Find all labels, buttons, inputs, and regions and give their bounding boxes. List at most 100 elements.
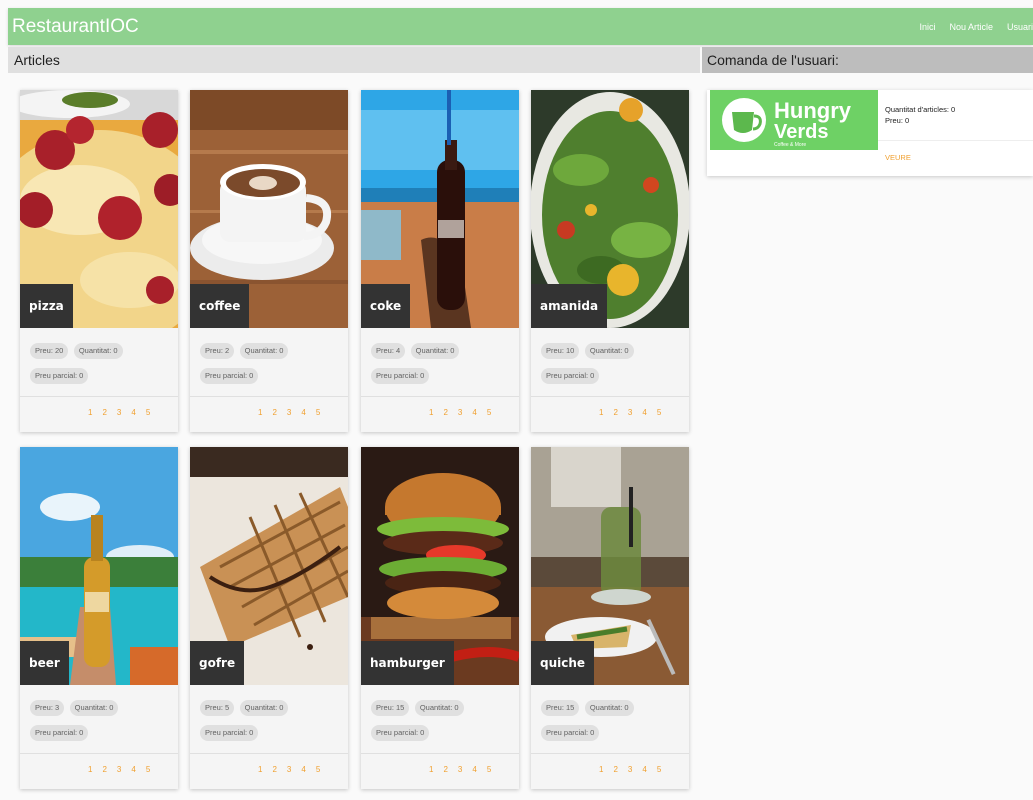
quantity-chip: Quantitat: 0 [239, 700, 289, 716]
qty-option-1[interactable]: 1 [258, 408, 262, 417]
nav-inici[interactable]: Inici [919, 22, 935, 32]
qty-option-1[interactable]: 1 [429, 765, 433, 774]
logo-word-verds: Verds [774, 121, 828, 143]
article-card-amanida[interactable]: amanida Preu: 10 Quantitat: 0 Preu parci… [531, 90, 689, 432]
qty-option-2[interactable]: 2 [613, 408, 617, 417]
app-bar: RestaurantIOC Inici Nou Article Usuari [8, 8, 1033, 45]
qty-option-2[interactable]: 2 [272, 408, 276, 417]
card-divider [190, 396, 348, 397]
qty-option-1[interactable]: 1 [599, 765, 603, 774]
partial-price-chip: Preu parcial: 0 [200, 368, 259, 384]
article-chips: Preu: 20 Quantitat: 0 Preu parcial: 0 [30, 340, 170, 390]
qty-option-1[interactable]: 1 [258, 765, 262, 774]
qty-option-5[interactable]: 5 [487, 765, 491, 774]
qty-option-5[interactable]: 5 [487, 408, 491, 417]
nav-nou-article[interactable]: Nou Article [949, 22, 993, 32]
quantity-selector: 1 2 3 4 5 [429, 765, 491, 774]
qty-option-3[interactable]: 3 [628, 765, 632, 774]
partial-price-chip: Preu parcial: 0 [541, 725, 600, 741]
qty-option-2[interactable]: 2 [102, 765, 106, 774]
article-card-quiche[interactable]: quiche Preu: 15 Quantitat: 0 Preu parcia… [531, 447, 689, 789]
article-card-pizza[interactable]: pizza Preu: 20 Quantitat: 0 Preu parcial… [20, 90, 178, 432]
partial-price-chip: Preu parcial: 0 [541, 368, 600, 384]
qty-option-2[interactable]: 2 [613, 765, 617, 774]
nav-usuari[interactable]: Usuari [1007, 22, 1033, 32]
partial-price-chip: Preu parcial: 0 [30, 725, 89, 741]
article-name: coke [361, 284, 411, 328]
partial-price-chip: Preu parcial: 0 [200, 725, 259, 741]
qty-option-3[interactable]: 3 [628, 408, 632, 417]
article-chips: Preu: 3 Quantitat: 0 Preu parcial: 0 [30, 697, 170, 747]
article-chips: Preu: 15 Quantitat: 0 Preu parcial: 0 [541, 697, 681, 747]
qty-option-3[interactable]: 3 [117, 408, 121, 417]
card-divider [20, 396, 178, 397]
article-name: coffee [190, 284, 250, 328]
logo-tagline: Coffee & More [774, 142, 806, 148]
price-chip: Preu: 15 [371, 700, 410, 716]
qty-option-3[interactable]: 3 [458, 765, 462, 774]
qty-option-3[interactable]: 3 [458, 408, 462, 417]
qty-option-5[interactable]: 5 [146, 765, 150, 774]
price-chip: Preu: 10 [541, 343, 580, 359]
price-chip: Preu: 5 [200, 700, 235, 716]
quantity-selector: 1 2 3 4 5 [258, 408, 320, 417]
left-margin [0, 0, 8, 800]
qty-option-1[interactable]: 1 [599, 408, 603, 417]
quantity-selector: 1 2 3 4 5 [599, 408, 661, 417]
qty-option-1[interactable]: 1 [429, 408, 433, 417]
qty-option-3[interactable]: 3 [287, 408, 291, 417]
qty-option-1[interactable]: 1 [88, 408, 92, 417]
quantity-selector: 1 2 3 4 5 [88, 765, 150, 774]
partial-price-chip: Preu parcial: 0 [371, 725, 430, 741]
qty-option-2[interactable]: 2 [443, 765, 447, 774]
quantity-chip: Quantitat: 0 [239, 343, 289, 359]
hungry-verds-logo: Hungry Verds Coffee & More [710, 90, 878, 150]
qty-option-3[interactable]: 3 [117, 765, 121, 774]
quantity-chip: Quantitat: 0 [584, 343, 634, 359]
qty-option-4[interactable]: 4 [642, 765, 646, 774]
qty-option-4[interactable]: 4 [301, 765, 305, 774]
qty-option-4[interactable]: 4 [472, 408, 476, 417]
partial-price-chip: Preu parcial: 0 [30, 368, 89, 384]
partial-price-chip: Preu parcial: 0 [371, 368, 430, 384]
card-divider [531, 753, 689, 754]
qty-option-5[interactable]: 5 [316, 765, 320, 774]
qty-option-5[interactable]: 5 [316, 408, 320, 417]
qty-option-2[interactable]: 2 [102, 408, 106, 417]
article-card-beer[interactable]: beer Preu: 3 Quantitat: 0 Preu parcial: … [20, 447, 178, 789]
order-items-count: Quantitat d'articles: 0 [885, 105, 956, 114]
qty-option-5[interactable]: 5 [146, 408, 150, 417]
app-title[interactable]: RestaurantIOC [12, 16, 139, 38]
article-card-hamburger[interactable]: hamburger Preu: 15 Quantitat: 0 Preu par… [361, 447, 519, 789]
order-divider [878, 140, 1033, 141]
article-name: gofre [190, 641, 245, 685]
qty-option-4[interactable]: 4 [131, 765, 135, 774]
qty-option-3[interactable]: 3 [287, 765, 291, 774]
qty-option-4[interactable]: 4 [472, 765, 476, 774]
articles-header: Articles [8, 47, 700, 73]
qty-option-4[interactable]: 4 [642, 408, 646, 417]
price-chip: Preu: 4 [371, 343, 406, 359]
qty-option-2[interactable]: 2 [443, 408, 447, 417]
quantity-chip: Quantitat: 0 [73, 343, 123, 359]
article-name: hamburger [361, 641, 454, 685]
qty-option-4[interactable]: 4 [301, 408, 305, 417]
qty-option-4[interactable]: 4 [131, 408, 135, 417]
quantity-chip: Quantitat: 0 [410, 343, 460, 359]
article-name: amanida [531, 284, 608, 328]
price-chip: Preu: 15 [541, 700, 580, 716]
article-card-coffee[interactable]: coffee Preu: 2 Quantitat: 0 Preu parcial… [190, 90, 348, 432]
qty-option-5[interactable]: 5 [657, 408, 661, 417]
price-chip: Preu: 20 [30, 343, 69, 359]
quantity-selector: 1 2 3 4 5 [258, 765, 320, 774]
qty-option-1[interactable]: 1 [88, 765, 92, 774]
article-card-coke[interactable]: coke Preu: 4 Quantitat: 0 Preu parcial: … [361, 90, 519, 432]
qty-option-2[interactable]: 2 [272, 765, 276, 774]
article-card-gofre[interactable]: gofre Preu: 5 Quantitat: 0 Preu parcial:… [190, 447, 348, 789]
quantity-selector: 1 2 3 4 5 [429, 408, 491, 417]
qty-option-5[interactable]: 5 [657, 765, 661, 774]
order-header: Comanda de l'usuari: [702, 47, 1033, 73]
article-chips: Preu: 5 Quantitat: 0 Preu parcial: 0 [200, 697, 340, 747]
view-order-button[interactable]: VEURE [885, 153, 911, 162]
order-summary-card: Hungry Verds Coffee & More Quantitat d'a… [707, 90, 1033, 176]
